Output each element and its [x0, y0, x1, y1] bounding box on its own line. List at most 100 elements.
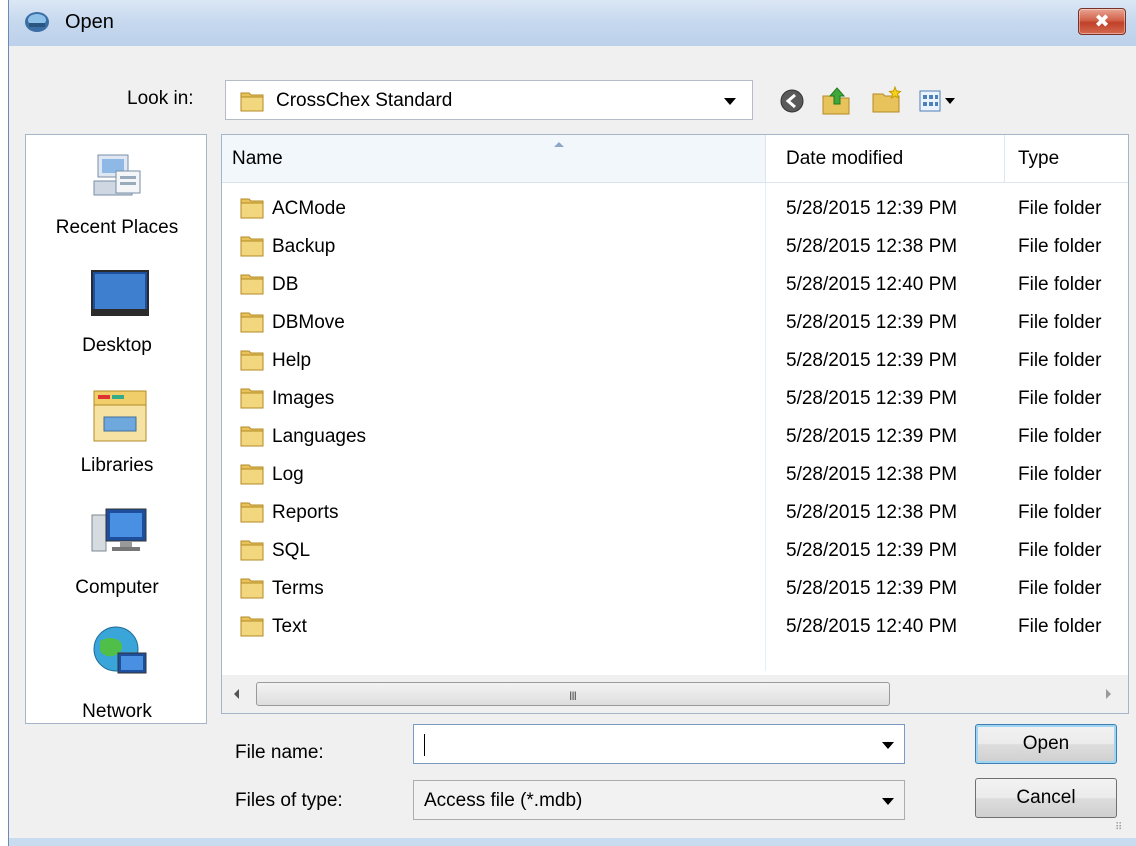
- file-type: File folder: [1018, 578, 1102, 599]
- file-type: File folder: [1018, 502, 1102, 523]
- file-type: File folder: [1018, 236, 1102, 257]
- window-title: Open: [65, 11, 114, 33]
- file-name: Terms: [272, 578, 324, 599]
- file-name: Reports: [272, 502, 339, 523]
- chevron-down-icon[interactable]: [882, 798, 894, 805]
- place-label: Libraries: [80, 455, 154, 476]
- file-type: File folder: [1018, 616, 1102, 637]
- cancel-button[interactable]: Cancel: [975, 778, 1117, 818]
- table-row[interactable]: SQL 5/28/2015 12:39 PM File folder: [222, 532, 1128, 570]
- place-recent-places[interactable]: Recent Places: [26, 145, 208, 245]
- scroll-grip: III: [569, 689, 577, 703]
- filename-input[interactable]: [413, 724, 905, 764]
- resize-grip[interactable]: ⠿: [1115, 822, 1122, 833]
- folder-icon: [239, 348, 265, 377]
- table-row[interactable]: Text 5/28/2015 12:40 PM File folder: [222, 608, 1128, 646]
- scroll-right-icon[interactable]: [1106, 689, 1111, 699]
- file-date-modified: 5/28/2015 12:39 PM: [786, 350, 958, 371]
- place-desktop[interactable]: Desktop: [26, 265, 208, 365]
- file-date-modified: 5/28/2015 12:38 PM: [786, 464, 958, 485]
- place-network[interactable]: Network: [26, 621, 208, 722]
- table-row[interactable]: Backup 5/28/2015 12:38 PM File folder: [222, 228, 1128, 266]
- folder-icon: [239, 196, 265, 225]
- place-label: Network: [82, 701, 152, 722]
- file-date-modified: 5/28/2015 12:39 PM: [786, 312, 958, 333]
- desktop-icon: [91, 270, 149, 316]
- sort-ascending-icon: [554, 142, 564, 147]
- folder-icon: [239, 538, 265, 567]
- text-caret: [424, 734, 425, 756]
- file-list[interactable]: Name Date modified Type ACMode 5/28/2015 …: [221, 134, 1129, 714]
- horizontal-scrollbar[interactable]: III: [222, 675, 1128, 713]
- file-name: Backup: [272, 236, 336, 257]
- folder-icon: [239, 500, 265, 529]
- lookin-combo[interactable]: CrossChex Standard: [225, 80, 753, 120]
- column-divider[interactable]: [765, 135, 766, 183]
- open-button[interactable]: Open: [975, 724, 1117, 764]
- window-frame-bottom: [9, 838, 1136, 846]
- places-bar: Recent Places Desktop Libraries Computer…: [25, 134, 207, 724]
- chevron-down-icon[interactable]: [724, 98, 736, 105]
- view-menu-icon[interactable]: [919, 90, 963, 112]
- file-name: Text: [272, 616, 307, 637]
- file-type: File folder: [1018, 540, 1102, 561]
- table-row[interactable]: Log 5/28/2015 12:38 PM File folder: [222, 456, 1128, 494]
- folder-icon: [239, 272, 265, 301]
- column-header-date-modified[interactable]: Date modified: [786, 148, 903, 170]
- table-row[interactable]: Help 5/28/2015 12:39 PM File folder: [222, 342, 1128, 380]
- file-name: Languages: [272, 426, 367, 447]
- file-date-modified: 5/28/2015 12:39 PM: [786, 388, 958, 409]
- table-row[interactable]: Terms 5/28/2015 12:39 PM File folder: [222, 570, 1128, 608]
- folder-icon: [239, 614, 265, 643]
- close-button[interactable]: ✖: [1078, 8, 1126, 35]
- list-header: Name Date modified Type: [222, 135, 1128, 183]
- place-libraries[interactable]: Libraries: [26, 381, 208, 485]
- file-date-modified: 5/28/2015 12:38 PM: [786, 502, 958, 523]
- filetype-select[interactable]: Access file (*.mdb): [413, 780, 905, 820]
- table-row[interactable]: Languages 5/28/2015 12:39 PM File folder: [222, 418, 1128, 456]
- file-name: SQL: [272, 540, 311, 561]
- file-name: ACMode: [272, 198, 346, 219]
- table-row[interactable]: DB 5/28/2015 12:40 PM File folder: [222, 266, 1128, 304]
- file-type: File folder: [1018, 426, 1102, 447]
- table-row[interactable]: Images 5/28/2015 12:39 PM File folder: [222, 380, 1128, 418]
- folder-icon: [239, 424, 265, 453]
- file-date-modified: 5/28/2015 12:38 PM: [786, 236, 958, 257]
- title-bar[interactable]: Open ✖: [9, 0, 1136, 46]
- file-date-modified: 5/28/2015 12:39 PM: [786, 198, 958, 219]
- folder-icon: [239, 462, 265, 491]
- table-row[interactable]: DBMove 5/28/2015 12:39 PM File folder: [222, 304, 1128, 342]
- file-type: File folder: [1018, 388, 1102, 409]
- file-type: File folder: [1018, 350, 1102, 371]
- file-date-modified: 5/28/2015 12:40 PM: [786, 616, 958, 637]
- folder-icon: [239, 576, 265, 605]
- libraries-icon: [93, 390, 147, 442]
- computer-icon: [91, 508, 147, 552]
- filetype-label: Files of type:: [235, 790, 343, 811]
- up-folder-icon[interactable]: [821, 84, 851, 116]
- filetype-value: Access file (*.mdb): [424, 790, 583, 811]
- lookin-label: Look in:: [127, 88, 194, 109]
- file-date-modified: 5/28/2015 12:39 PM: [786, 426, 958, 447]
- chevron-down-icon[interactable]: [882, 742, 894, 749]
- table-row[interactable]: Reports 5/28/2015 12:38 PM File folder: [222, 494, 1128, 532]
- name-header-highlight: [222, 135, 765, 183]
- filename-label: File name:: [235, 742, 324, 763]
- new-folder-icon[interactable]: [871, 86, 903, 116]
- scroll-left-icon[interactable]: [234, 689, 239, 699]
- folder-icon: [239, 234, 265, 263]
- file-date-modified: 5/28/2015 12:39 PM: [786, 578, 958, 599]
- place-label: Recent Places: [55, 217, 179, 238]
- column-header-type[interactable]: Type: [1018, 148, 1059, 170]
- file-name: Images: [272, 388, 335, 409]
- column-divider[interactable]: [1004, 135, 1005, 183]
- place-computer[interactable]: Computer: [26, 501, 208, 605]
- table-row[interactable]: ACMode 5/28/2015 12:39 PM File folder: [222, 190, 1128, 228]
- column-header-name[interactable]: Name: [232, 148, 283, 170]
- file-date-modified: 5/28/2015 12:40 PM: [786, 274, 958, 295]
- scroll-thumb[interactable]: III: [256, 682, 890, 706]
- network-icon: [93, 626, 147, 674]
- file-type: File folder: [1018, 198, 1102, 219]
- folder-icon: [239, 386, 265, 415]
- back-icon[interactable]: [779, 88, 805, 114]
